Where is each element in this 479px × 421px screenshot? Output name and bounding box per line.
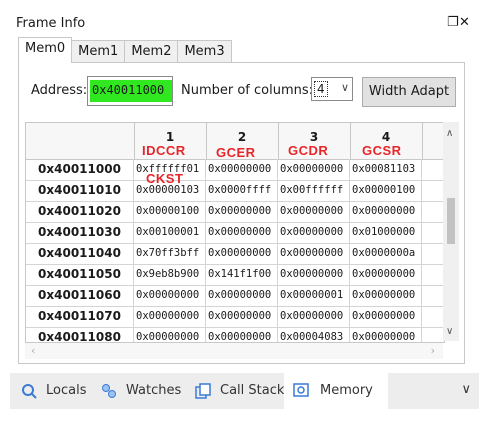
call-stack-icon — [195, 383, 211, 399]
memory-cell[interactable]: 0x01000000 — [350, 222, 422, 243]
tab-watches[interactable]: Watches — [100, 373, 190, 409]
row-address: 0x40011050 — [26, 264, 134, 285]
chevron-down-icon[interactable]: ∨ — [461, 382, 471, 397]
memory-cell[interactable]: 0x00000000 — [350, 327, 422, 342]
tab-memory[interactable]: Memory — [284, 373, 388, 409]
memory-cell[interactable]: 0x00000000 — [134, 285, 206, 306]
tab-mem0[interactable]: Mem0 — [18, 37, 73, 63]
scroll-down-icon[interactable]: ∨ — [446, 326, 453, 337]
tab-call-stack-label: Call Stack — [220, 383, 285, 398]
row-address: 0x40011080 — [26, 327, 134, 342]
scroll-up-icon[interactable]: ∧ — [446, 128, 453, 139]
window-title: Frame Info — [16, 16, 86, 31]
annotation-ckst: CKST — [146, 171, 184, 186]
memory-cell[interactable]: 0x00000000 — [350, 201, 422, 222]
memory-cell[interactable]: 0x00000000 — [278, 306, 350, 327]
title-bar: Frame Info ❐✕ — [0, 0, 479, 40]
memory-tabs: Mem0 Mem1 Mem2 Mem3 — [18, 37, 232, 63]
memory-cell[interactable]: 0x00000100 — [134, 201, 206, 222]
memory-icon — [293, 383, 309, 397]
memory-cell[interactable]: 0x00000000 — [206, 306, 278, 327]
memory-cell[interactable]: 0x00000000 — [134, 306, 206, 327]
memory-cell[interactable]: 0x00000000 — [206, 327, 278, 342]
memory-cell[interactable]: 0x00000000 — [206, 222, 278, 243]
memory-cell[interactable]: 0x00081103 — [350, 159, 422, 180]
horizontal-scrollbar[interactable]: ‹ › — [25, 343, 443, 359]
row-address: 0x40011030 — [26, 222, 134, 243]
memory-cell[interactable]: 0x00004083 — [278, 327, 350, 342]
vertical-scrollbar[interactable]: ∧ ∨ — [443, 122, 459, 341]
memory-cell[interactable]: 0x00000000 — [134, 327, 206, 342]
columns-value: 4 — [314, 81, 328, 97]
table-row: 0x40011050 0x9eb8b900 0x141f1f00 0x00000000… — [26, 264, 444, 286]
memory-cell[interactable]: 0x00000000 — [278, 243, 350, 264]
table-row: 0x40011040 0x70ff3bff 0x00000000 0x00000000… — [26, 243, 444, 265]
memory-cell[interactable]: 0x00000000 — [206, 285, 278, 306]
memory-cell[interactable]: 0x00000000 — [350, 285, 422, 306]
scroll-right-icon[interactable]: › — [431, 344, 435, 357]
memory-cell[interactable]: 0x0000000a — [350, 243, 422, 264]
title-icons: ❐✕ — [447, 15, 471, 30]
row-address: 0x40011060 — [26, 285, 134, 306]
scroll-thumb[interactable] — [447, 198, 455, 244]
address-value: 0x40011000 — [92, 83, 165, 97]
scroll-left-icon[interactable]: ‹ — [31, 344, 35, 357]
table-row: 0x40011030 0x00100001 0x00000000 0x00000000… — [26, 222, 444, 244]
memory-grid: 1 2 3 4 0x40011000 0xffffff01 0x00000000 0x… — [25, 122, 445, 343]
close-icon[interactable]: ✕ — [459, 15, 471, 30]
columns-label: Number of columns: — [181, 83, 314, 98]
row-address: 0x40011040 — [26, 243, 134, 264]
memory-cell[interactable]: 0x00000000 — [278, 264, 350, 285]
memory-cell[interactable]: 0x00ffffff — [278, 180, 350, 201]
memory-cell[interactable]: 0x00000001 — [278, 285, 350, 306]
header-corner — [26, 123, 135, 159]
watches-icon — [102, 384, 116, 398]
memory-panel: Address: 0x40011000 Number of columns: 4… — [18, 62, 465, 364]
memory-cell[interactable]: 0x00100001 — [134, 222, 206, 243]
tab-locals-label: Locals — [46, 383, 87, 398]
table-row: 0x40011000 0xffffff01 0x00000000 0x00000000… — [26, 159, 444, 181]
table-row: 0x40011020 0x00000100 0x00000000 0x00000000… — [26, 201, 444, 223]
memory-cell[interactable]: 0x70ff3bff — [134, 243, 206, 264]
memory-cell[interactable]: 0x00000000 — [278, 201, 350, 222]
memory-cell[interactable]: 0x00000000 — [206, 201, 278, 222]
tab-memory-label: Memory — [320, 383, 373, 398]
memory-cell[interactable]: 0x00000000 — [278, 159, 350, 180]
row-address: 0x40011010 — [26, 180, 134, 201]
table-row: 0x40011060 0x00000000 0x00000000 0x00000001… — [26, 285, 444, 307]
tab-mem1[interactable]: Mem1 — [71, 40, 126, 63]
memory-cell[interactable]: 0x00000100 — [350, 180, 422, 201]
memory-cell[interactable]: 0x00000000 — [278, 222, 350, 243]
table-row: 0x40011010 0x00000103 0x0000ffff 0x00ffffff… — [26, 180, 444, 202]
address-input[interactable]: 0x40011000 — [87, 76, 173, 106]
locals-icon — [22, 384, 37, 399]
memory-cell[interactable]: 0x141f1f00 — [206, 264, 278, 285]
memory-cell[interactable]: 0x0000ffff — [206, 180, 278, 201]
row-address: 0x40011000 — [26, 159, 134, 180]
memory-cell[interactable]: 0x00000000 — [206, 243, 278, 264]
annotation-gcdr: GCDR — [288, 143, 329, 158]
width-adapt-button[interactable]: Width Adapt — [362, 77, 456, 107]
memory-cell[interactable]: 0x00000000 — [350, 264, 422, 285]
tab-mem3[interactable]: Mem3 — [177, 40, 232, 63]
address-label: Address: — [31, 83, 88, 98]
table-row: 0x40011080 0x00000000 0x00000000 0x00004083… — [26, 327, 444, 342]
memory-cell[interactable]: 0x00000000 — [350, 306, 422, 327]
bottom-tab-bar: Locals Watches Call Stack Memory ∨ — [10, 373, 479, 409]
chevron-down-icon: ∨ — [340, 81, 349, 94]
annotation-idccr: IDCCR — [142, 143, 186, 158]
tab-locals[interactable]: Locals — [20, 373, 100, 409]
tab-call-stack[interactable]: Call Stack — [194, 373, 290, 409]
table-row: 0x40011070 0x00000000 0x00000000 0x00000000… — [26, 306, 444, 328]
tab-mem2[interactable]: Mem2 — [124, 40, 179, 63]
memory-cell[interactable]: 0x00000000 — [206, 159, 278, 180]
columns-select[interactable]: 4 ∨ — [311, 77, 353, 101]
memory-cell[interactable]: 0x9eb8b900 — [134, 264, 206, 285]
float-window-icon[interactable]: ❐ — [447, 15, 459, 30]
annotation-gcer: GCER — [216, 145, 256, 160]
tab-watches-label: Watches — [126, 383, 182, 398]
annotation-gcsr: GCSR — [362, 143, 402, 158]
row-address: 0x40011070 — [26, 306, 134, 327]
row-address: 0x40011020 — [26, 201, 134, 222]
